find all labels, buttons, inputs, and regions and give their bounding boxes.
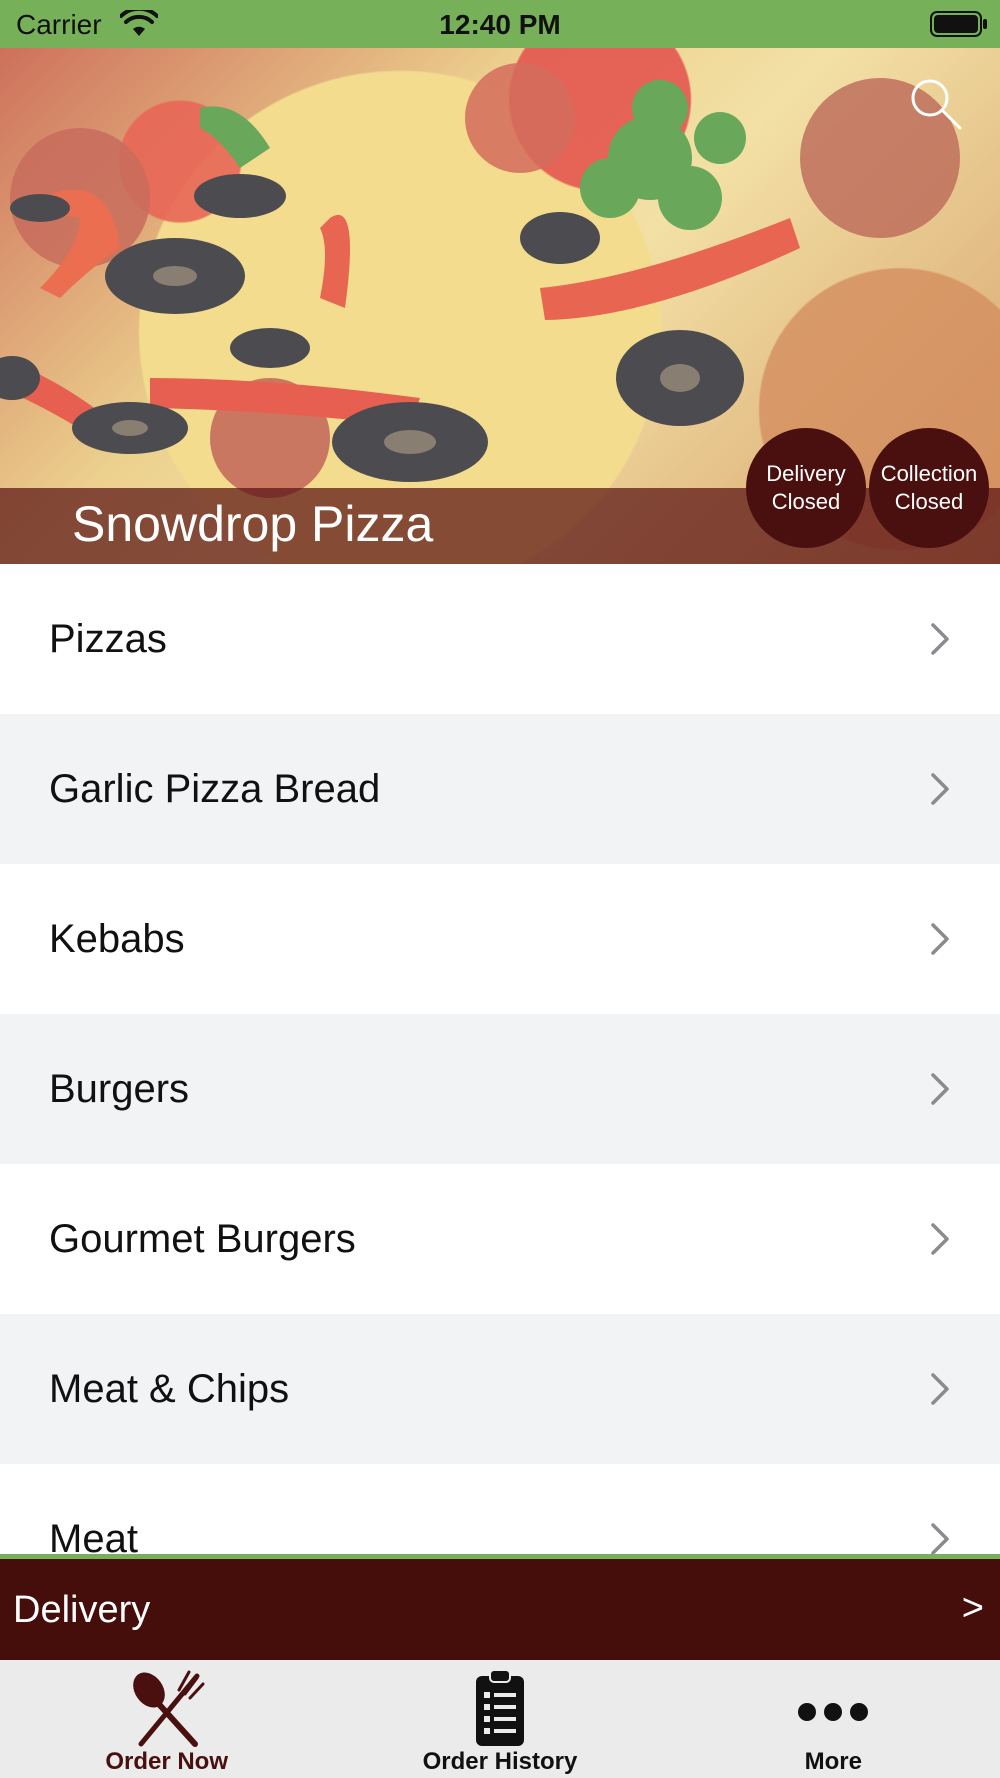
chevron-right-icon [931, 1223, 949, 1255]
ellipsis-icon [798, 1703, 869, 1721]
category-label: Kebabs [49, 916, 185, 961]
category-row-meat[interactable]: Meat [0, 1464, 1000, 1554]
clipboard-list-icon [475, 1669, 524, 1746]
tab-order-history[interactable]: Order History [333, 1660, 666, 1778]
category-row-kebabs[interactable]: Kebabs [0, 864, 1000, 1014]
category-label: Garlic Pizza Bread [49, 766, 381, 811]
tab-more[interactable]: More [667, 1660, 1000, 1778]
status-time: 12:40 PM [439, 9, 561, 40]
category-label: Meat & Chips [49, 1366, 290, 1411]
status-bar: Carrier 12:40 PM [0, 0, 1000, 48]
category-list[interactable]: Pizzas Garlic Pizza Bread Kebabs Burgers… [0, 564, 1000, 1554]
collection-status-badge: Collection Closed [869, 428, 989, 548]
chevron-right-icon [931, 923, 949, 955]
category-row-meat-chips[interactable]: Meat & Chips [0, 1314, 1000, 1464]
category-row-gourmet-burgers[interactable]: Gourmet Burgers [0, 1164, 1000, 1314]
delivery-mode-label: Delivery [13, 1589, 151, 1631]
category-label: Pizzas [49, 616, 167, 661]
hero-banner: Snowdrop Pizza Delivery Closed Collectio… [0, 48, 1000, 564]
fork-knife-icon [132, 1670, 205, 1747]
tab-label-order-history: Order History [422, 1748, 578, 1775]
chevron-right-icon [931, 773, 949, 805]
restaurant-name: Snowdrop Pizza [72, 496, 434, 552]
category-row-burgers[interactable]: Burgers [0, 1014, 1000, 1164]
chevron-right-icon [931, 623, 949, 655]
delivery-mode-bar[interactable]: Delivery > [0, 1554, 1000, 1660]
search-icon[interactable] [908, 76, 964, 132]
category-row-garlic-pizza-bread[interactable]: Garlic Pizza Bread [0, 714, 1000, 864]
chevron-right-icon [931, 1373, 949, 1405]
delivery-status-text: Delivery Closed [766, 461, 846, 514]
category-label: Burgers [49, 1066, 190, 1111]
chevron-right-icon [931, 1073, 949, 1105]
tab-label-more: More [804, 1748, 862, 1775]
collection-status-text: Collection Closed [880, 461, 978, 514]
chevron-right-icon [931, 1523, 949, 1554]
tab-label-order-now: Order Now [105, 1748, 228, 1775]
battery-icon [930, 11, 987, 37]
category-label: Meat [49, 1516, 138, 1555]
tab-order-now[interactable]: Order Now [0, 1660, 333, 1778]
delivery-mode-arrow: > [961, 1587, 984, 1629]
delivery-status-badge: Delivery Closed [746, 428, 866, 548]
tab-bar: Order Now Order History More [0, 1660, 1000, 1778]
category-label: Gourmet Burgers [49, 1216, 356, 1261]
category-row-pizzas[interactable]: Pizzas [0, 564, 1000, 714]
